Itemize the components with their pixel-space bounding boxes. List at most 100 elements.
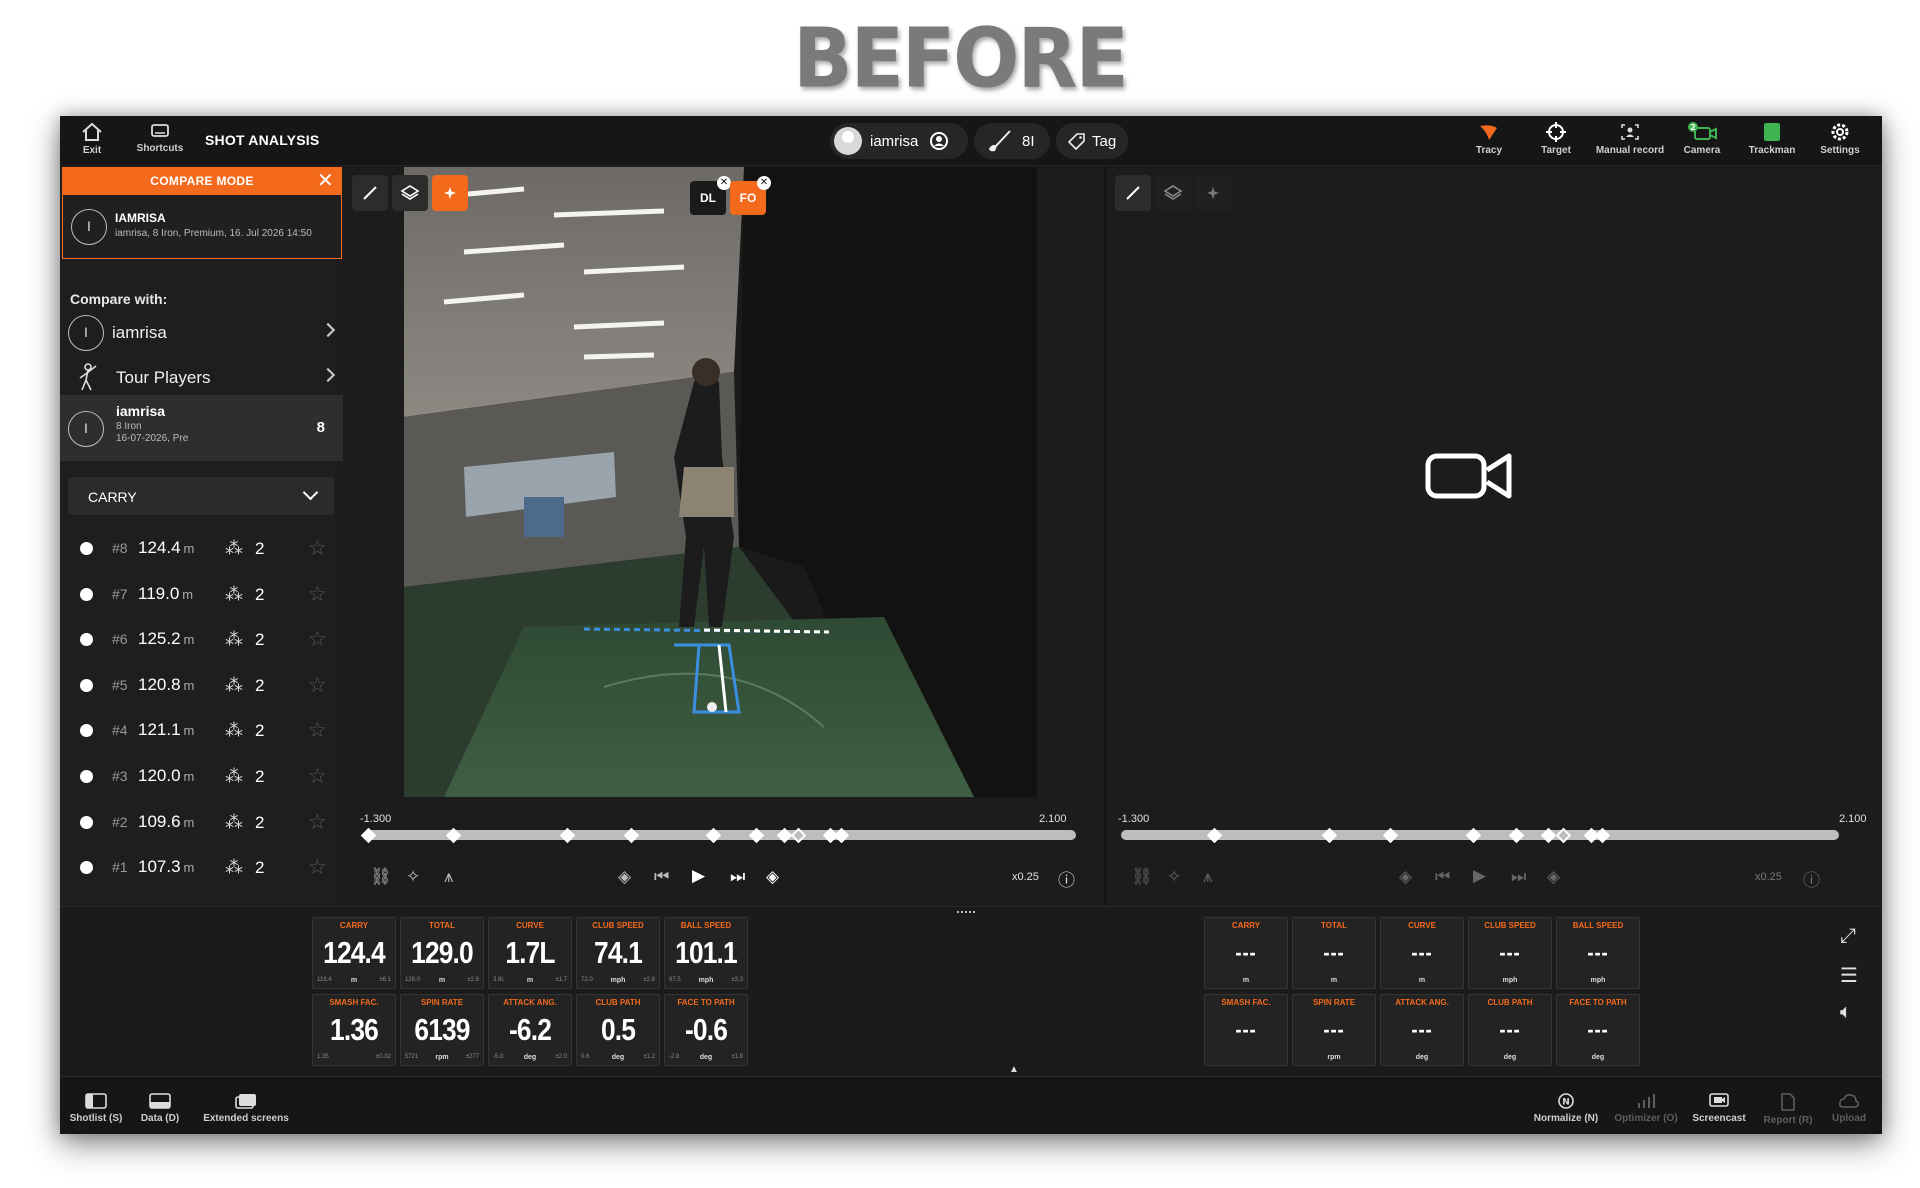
collapse-up-icon[interactable]: ▲: [1009, 1064, 1019, 1075]
shot-select-dot[interactable]: [80, 770, 93, 783]
skip-forward-icon[interactable]: ⏭: [730, 867, 745, 887]
star-icon[interactable]: ☆: [308, 718, 327, 743]
metric-tile[interactable]: TOTAL 129.0 m 128.0 ±2.6: [400, 917, 484, 989]
star-icon[interactable]: ☆: [308, 855, 327, 880]
manual-record-button[interactable]: Manual record: [1590, 122, 1670, 156]
screencast-button[interactable]: Screencast: [1686, 1093, 1752, 1124]
ai-markers-tool[interactable]: [432, 175, 468, 211]
current-session-card[interactable]: I IAMRISA iamrisa, 8 Iron, Premium, 16. …: [62, 195, 342, 259]
info-icon[interactable]: ⓘ: [1803, 866, 1820, 891]
tag-button[interactable]: Tag: [1056, 123, 1128, 159]
trackman-button[interactable]: Trackman: [1742, 122, 1802, 156]
close-icon[interactable]: ✕: [317, 167, 334, 195]
overlay-icon[interactable]: ⩚: [444, 867, 454, 887]
info-icon[interactable]: ⓘ: [1058, 866, 1075, 891]
metric-tile[interactable]: CURVE 1.7L m 3.8L ±1.7: [488, 917, 572, 989]
metric-dropdown[interactable]: CARRY: [68, 477, 334, 515]
shot-select-dot[interactable]: [80, 815, 93, 829]
shot-row[interactable]: #7 119.0 m ⁂ 2 ☆: [60, 573, 343, 618]
timeline-keyframe[interactable]: [445, 827, 462, 844]
metric-tile[interactable]: FACE TO PATH --- deg: [1556, 994, 1640, 1066]
skip-back-icon[interactable]: ⏮: [1435, 867, 1450, 887]
metric-tile[interactable]: SPIN RATE 6139 rpm 5721 ±277: [400, 994, 484, 1066]
club-selector[interactable]: 8I: [974, 123, 1050, 159]
ai-markers-tool[interactable]: [1195, 175, 1231, 211]
optimizer-button[interactable]: Optimizer (O): [1608, 1093, 1684, 1124]
metric-tile[interactable]: SMASH FAC. 1.36 1.35 ±0.02: [312, 994, 396, 1066]
timeline-keyframe[interactable]: [1465, 827, 1482, 844]
dl-camera-badge[interactable]: DL ✕: [690, 176, 731, 215]
metric-tile[interactable]: TOTAL --- m: [1292, 917, 1376, 989]
timeline-keyframe[interactable]: [623, 827, 640, 844]
ai-markers-toggle-icon[interactable]: ✧: [406, 867, 420, 887]
metric-tile[interactable]: CARRY 124.4 m 118.4 ±6.1: [312, 917, 396, 989]
shot-select-dot[interactable]: [80, 633, 93, 647]
timeline-keyframe[interactable]: [748, 827, 764, 844]
metric-tile[interactable]: CURVE --- m: [1380, 917, 1464, 989]
playback-speed[interactable]: x0.25: [1012, 871, 1039, 883]
shortcuts-button[interactable]: Shortcuts: [130, 122, 190, 154]
timeline-keyframe[interactable]: [1508, 827, 1525, 844]
star-icon[interactable]: ☆: [308, 627, 327, 652]
timeline-keyframe[interactable]: [1540, 827, 1557, 844]
swing-video-frame[interactable]: [404, 167, 1037, 797]
timeline-keyframe[interactable]: [1555, 827, 1571, 844]
user-selector[interactable]: iamrisa: [830, 123, 968, 159]
next-marker-icon[interactable]: ◈: [1547, 867, 1560, 887]
metric-tile[interactable]: ATTACK ANG. -6.2 deg -5.0 ±2.0: [488, 994, 572, 1066]
timeline-keyframe[interactable]: [833, 827, 850, 844]
metric-tile[interactable]: SPIN RATE --- rpm: [1292, 994, 1376, 1066]
compare-option-tour-players[interactable]: Tour Players: [60, 356, 343, 400]
close-icon[interactable]: ✕: [757, 176, 771, 190]
ai-markers-toggle-icon[interactable]: ✧: [1167, 867, 1181, 887]
shot-select-dot[interactable]: [80, 724, 93, 738]
metric-tile[interactable]: CLUB SPEED --- mph: [1468, 917, 1552, 989]
metric-tile[interactable]: BALL SPEED --- mph: [1556, 917, 1640, 989]
timeline-keyframe[interactable]: [1594, 827, 1611, 844]
timeline-keyframe[interactable]: [1382, 827, 1399, 844]
overlay-icon[interactable]: ⩚: [1203, 867, 1213, 887]
shot-select-dot[interactable]: [80, 542, 93, 555]
extended-screens-button[interactable]: Extended screens: [198, 1093, 294, 1124]
skip-back-icon[interactable]: ⏮: [654, 867, 669, 887]
timeline-track[interactable]: [1121, 827, 1839, 844]
timeline-keyframe[interactable]: [1321, 827, 1338, 844]
shot-row[interactable]: #6 125.2 m ⁂ 2 ☆: [60, 618, 343, 663]
metric-tile[interactable]: ATTACK ANG. --- deg: [1380, 994, 1464, 1066]
star-icon[interactable]: ☆: [308, 810, 327, 835]
shot-select-dot[interactable]: [80, 587, 93, 601]
metric-tile[interactable]: FACE TO PATH -0.6 deg -2.8 ±1.9: [664, 994, 748, 1066]
metric-tile[interactable]: CLUB PATH --- deg: [1468, 994, 1552, 1066]
volume-icon[interactable]: 🔈︎: [1840, 1001, 1852, 1024]
shot-select-dot[interactable]: [80, 861, 93, 875]
fo-camera-badge[interactable]: FO ✕: [730, 176, 771, 215]
link-icon[interactable]: ⛓: [1131, 867, 1153, 887]
report-button[interactable]: Report (R): [1756, 1093, 1820, 1126]
resize-grip-icon[interactable]: [957, 911, 975, 913]
metric-tile[interactable]: BALL SPEED 101.1 mph 97.5 ±3.3: [664, 917, 748, 989]
camera-button[interactable]: 2 Camera: [1677, 122, 1727, 156]
settings-button[interactable]: Settings: [1814, 122, 1866, 156]
star-icon[interactable]: ☆: [308, 764, 327, 789]
star-icon[interactable]: ☆: [308, 673, 327, 698]
shot-select-dot[interactable]: [80, 678, 93, 692]
timeline-keyframe[interactable]: [791, 827, 807, 844]
data-button[interactable]: Data (D): [134, 1093, 186, 1124]
shot-row[interactable]: #8 124.4 m ⁂ 2 ☆: [60, 527, 343, 572]
next-marker-icon[interactable]: ◈: [766, 867, 779, 887]
sliders-icon[interactable]: ☰: [1840, 963, 1858, 988]
timeline-keyframe[interactable]: [360, 827, 376, 844]
star-icon[interactable]: ☆: [308, 582, 327, 607]
target-button[interactable]: Target: [1531, 122, 1581, 156]
timeline-keyframe[interactable]: [705, 827, 722, 844]
link-icon[interactable]: ⛓: [370, 867, 392, 887]
metric-tile[interactable]: CARRY --- m: [1204, 917, 1288, 989]
shot-row[interactable]: #4 121.1 m ⁂ 2 ☆: [60, 709, 343, 754]
layers-tool[interactable]: [1155, 175, 1191, 211]
normalize-button[interactable]: N Normalize (N): [1528, 1093, 1604, 1124]
metric-tile[interactable]: SMASH FAC. ---: [1204, 994, 1288, 1066]
compare-option-iamrisa[interactable]: I iamrisa: [60, 311, 343, 355]
prev-marker-icon[interactable]: ◈: [618, 867, 631, 887]
tracy-button[interactable]: Tracy: [1464, 122, 1514, 156]
playback-speed[interactable]: x0.25: [1755, 871, 1782, 883]
